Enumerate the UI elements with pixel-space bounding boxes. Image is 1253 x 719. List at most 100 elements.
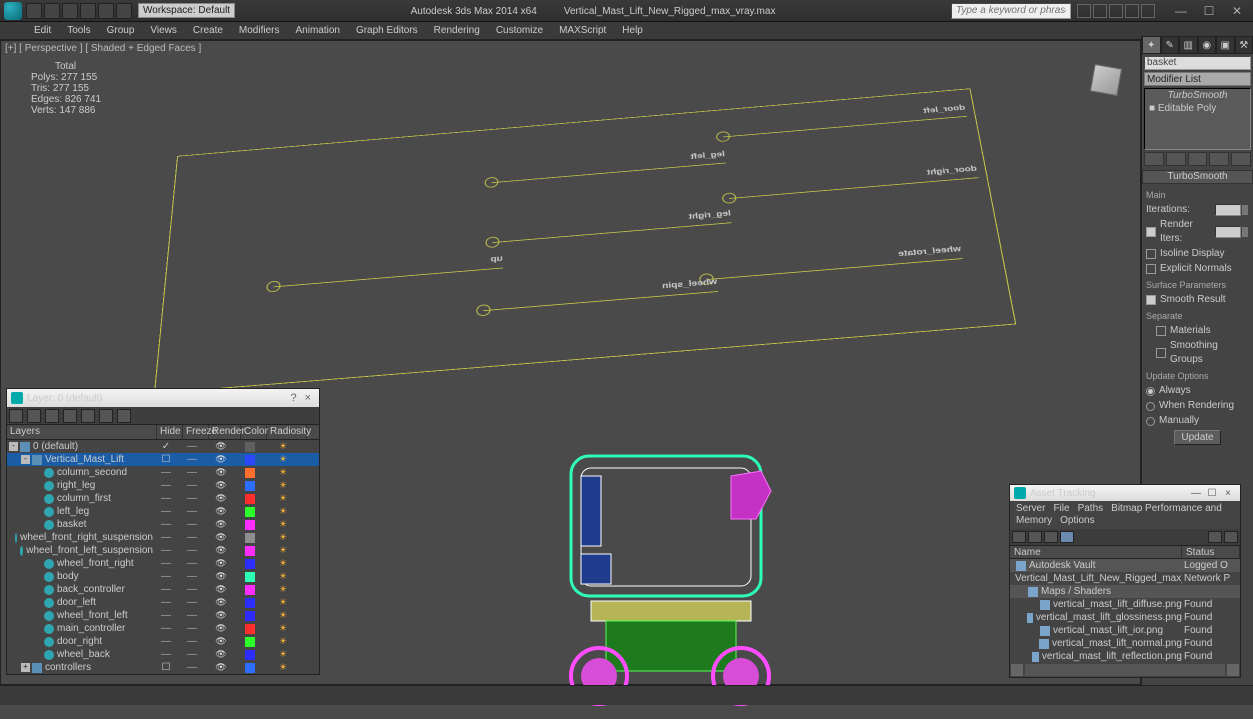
radio-manually[interactable] (1146, 417, 1155, 426)
remove-modifier-icon[interactable] (1209, 152, 1229, 166)
pin-stack-icon[interactable] (1144, 152, 1164, 166)
cell-radiosity[interactable]: ☀ (263, 467, 303, 478)
object-row[interactable]: column_first——👁☀ (7, 492, 319, 505)
cell-render[interactable]: 👁 (205, 636, 237, 647)
cell-freeze[interactable]: — (179, 584, 205, 595)
cell-render[interactable]: 👁 (205, 571, 237, 582)
asset-refresh-icon[interactable] (1012, 531, 1026, 543)
cell-hide[interactable]: — (153, 493, 179, 504)
cell-radiosity[interactable]: ☀ (263, 454, 303, 465)
cell-hide[interactable]: — (153, 623, 179, 634)
modifier-list[interactable]: Modifier List (1144, 72, 1251, 86)
cell-radiosity[interactable]: ☀ (263, 571, 303, 582)
tab-display[interactable]: ▣ (1216, 36, 1235, 54)
controller-door-right[interactable]: door_right (728, 165, 979, 199)
cell-hide[interactable]: — (153, 597, 179, 608)
search-box[interactable] (951, 3, 1071, 19)
object-row[interactable]: wheel_front_left——👁☀ (7, 609, 319, 622)
cell-radiosity[interactable]: ☀ (263, 662, 303, 673)
qat-save[interactable] (62, 3, 78, 19)
freeze-unfreeze-icon[interactable] (117, 409, 131, 423)
asset-group-row[interactable]: Maps / Shaders (1010, 585, 1240, 598)
cell-render[interactable]: 👁 (205, 493, 237, 504)
configure-sets-icon[interactable] (1231, 152, 1251, 166)
materials-check[interactable] (1156, 326, 1166, 336)
col-layers[interactable]: Layers (7, 425, 157, 439)
object-row[interactable]: left_leg——👁☀ (7, 505, 319, 518)
cell-freeze[interactable]: — (179, 623, 205, 634)
asset-menu-bitmap-performance-and-memory[interactable]: Bitmap Performance and Memory (1016, 503, 1222, 526)
menu-tools[interactable]: Tools (63, 23, 94, 38)
cell-radiosity[interactable]: ☀ (263, 545, 303, 556)
cell-color[interactable] (237, 637, 263, 647)
cell-freeze[interactable]: — (179, 545, 205, 556)
col-render[interactable]: Render (209, 425, 241, 439)
help-icon[interactable] (1141, 4, 1155, 18)
smooth-result-check[interactable] (1146, 295, 1156, 305)
qat-open[interactable] (44, 3, 60, 19)
col-hide[interactable]: Hide (157, 425, 183, 439)
smoothing-groups-check[interactable] (1156, 348, 1166, 358)
cell-render[interactable]: 👁 (205, 584, 237, 595)
menu-create[interactable]: Create (189, 23, 227, 38)
object-name-field[interactable] (1144, 56, 1251, 70)
cell-render[interactable]: 👁 (205, 649, 237, 660)
asset-row[interactable]: vertical_mast_lift_ior.pngFound (1010, 624, 1240, 637)
hide-unhide-icon[interactable] (99, 409, 113, 423)
layer-row[interactable]: -0 (default)✓—👁☀ (7, 440, 319, 453)
cell-radiosity[interactable]: ☀ (263, 506, 303, 517)
cell-radiosity[interactable]: ☀ (263, 649, 303, 660)
cell-color[interactable] (237, 598, 263, 608)
tab-utilities[interactable]: ⚒ (1235, 36, 1253, 54)
object-row[interactable]: wheel_front_left_suspension——👁☀ (7, 544, 319, 557)
cell-render[interactable]: 👁 (205, 441, 237, 452)
asset-min-button[interactable]: — (1188, 488, 1204, 499)
make-unique-icon[interactable] (1188, 152, 1208, 166)
cell-hide[interactable]: — (153, 571, 179, 582)
object-row[interactable]: main_controller——👁☀ (7, 622, 319, 635)
asset-max-button[interactable]: ☐ (1204, 488, 1220, 499)
expand-toggle[interactable]: + (21, 663, 30, 672)
scroll-left[interactable] (1011, 664, 1023, 676)
cell-color[interactable] (237, 663, 263, 673)
asset-row[interactable]: vertical_mast_lift_reflection.pngFound (1010, 650, 1240, 663)
cell-freeze[interactable]: — (179, 636, 205, 647)
cell-hide[interactable]: ☐ (153, 454, 179, 465)
menu-modifiers[interactable]: Modifiers (235, 23, 284, 38)
cell-freeze[interactable]: — (179, 441, 205, 452)
cell-freeze[interactable]: — (179, 649, 205, 660)
cell-render[interactable]: 👁 (205, 519, 237, 530)
qat-new[interactable] (26, 3, 42, 19)
controller-leg-right[interactable]: leg_right (492, 209, 731, 243)
asset-opt1-icon[interactable] (1208, 531, 1222, 543)
asset-opt2-icon[interactable] (1224, 531, 1238, 543)
cell-freeze[interactable]: — (179, 532, 205, 543)
asset-menu-paths[interactable]: Paths (1078, 503, 1104, 514)
scroll-track[interactable] (1025, 664, 1225, 676)
cell-freeze[interactable]: — (179, 493, 205, 504)
object-row[interactable]: door_right——👁☀ (7, 635, 319, 648)
radio-always[interactable] (1146, 387, 1155, 396)
menu-rendering[interactable]: Rendering (430, 23, 484, 38)
cell-hide[interactable]: — (153, 636, 179, 647)
cell-color[interactable] (237, 611, 263, 621)
close-button[interactable]: ✕ (1225, 4, 1249, 18)
cell-color[interactable] (237, 624, 263, 634)
menu-maxscript[interactable]: MAXScript (555, 23, 610, 38)
cell-color[interactable] (237, 442, 263, 452)
search-icon[interactable] (1077, 4, 1091, 18)
controller-door-left[interactable]: door_left (722, 104, 967, 137)
explicit-check[interactable] (1146, 264, 1156, 274)
expand-toggle[interactable]: - (9, 442, 18, 451)
cell-freeze[interactable]: — (179, 506, 205, 517)
cell-radiosity[interactable]: ☀ (263, 623, 303, 634)
qat-link[interactable] (116, 3, 132, 19)
menu-help[interactable]: Help (618, 23, 647, 38)
layer-row[interactable]: +controllers☐—👁☀ (7, 661, 319, 674)
cell-color[interactable] (237, 572, 263, 582)
menu-group[interactable]: Group (103, 23, 139, 38)
cell-hide[interactable]: — (153, 545, 179, 556)
layer-row[interactable]: -Vertical_Mast_Lift☐—👁☀ (7, 453, 319, 466)
col-name[interactable]: Name (1010, 546, 1182, 558)
new-layer-icon[interactable] (9, 409, 23, 423)
